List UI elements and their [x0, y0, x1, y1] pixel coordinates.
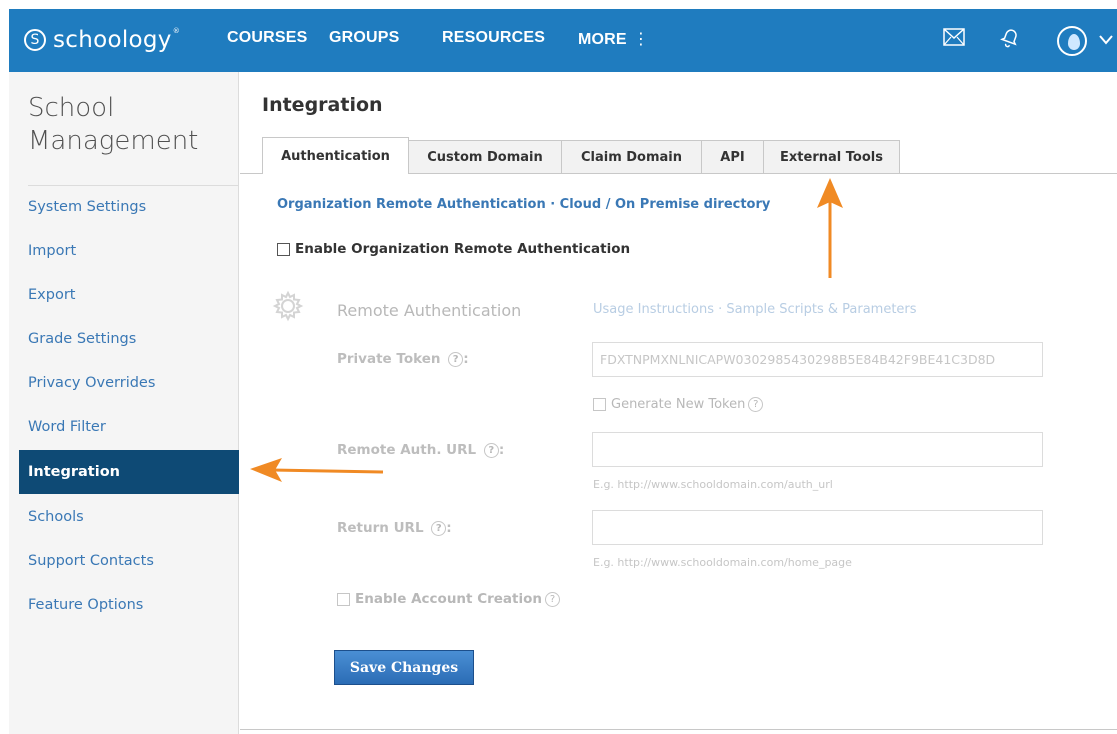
- nav-resources[interactable]: RESOURCES: [442, 29, 545, 47]
- avatar[interactable]: [1057, 26, 1087, 56]
- generate-token-row[interactable]: Generate New Token ?: [593, 397, 764, 412]
- gear-icon: [272, 290, 304, 322]
- tab-custom-domain[interactable]: Custom Domain: [409, 140, 562, 174]
- tab-claim-domain[interactable]: Claim Domain: [562, 140, 702, 174]
- sidebar-item-export[interactable]: Export: [28, 275, 75, 315]
- logo-trademark: ®: [172, 27, 181, 35]
- help-icon[interactable]: ?: [748, 397, 764, 412]
- return-url-label: Return URL ?:: [337, 520, 452, 536]
- more-dots-icon: ⋮: [632, 31, 650, 48]
- sidebar-item-import[interactable]: Import: [28, 231, 76, 271]
- avatar-drop-icon: [1068, 34, 1080, 50]
- chevron-down-icon[interactable]: [1099, 35, 1113, 45]
- return-url-input[interactable]: [592, 510, 1043, 545]
- private-token-field[interactable]: FDXTNPMXNLNICAPW0302985430298B5E84B42F9B…: [592, 342, 1043, 377]
- enable-remote-auth-label: Enable Organization Remote Authenticatio…: [295, 241, 631, 257]
- private-token-label: Private Token ?:: [337, 351, 469, 367]
- sidebar-item-feature-options[interactable]: Feature Options: [28, 585, 143, 625]
- enable-remote-auth-row[interactable]: Enable Organization Remote Authenticatio…: [277, 241, 630, 257]
- top-navigation-bar: S schoology® COURSES GROUPS RESOURCES MO…: [9, 9, 1117, 72]
- return-url-hint: E.g. http://www.schooldomain.com/home_pa…: [593, 556, 852, 569]
- tab-api[interactable]: API: [702, 140, 764, 174]
- remote-auth-title: Remote Authentication: [337, 301, 522, 320]
- remote-auth-url-hint: E.g. http://www.schooldomain.com/auth_ur…: [593, 478, 833, 491]
- enable-remote-auth-checkbox[interactable]: [277, 242, 290, 256]
- sidebar-item-system-settings[interactable]: System Settings: [28, 187, 146, 227]
- sidebar-item-word-filter[interactable]: Word Filter: [28, 407, 106, 447]
- sidebar-item-schools[interactable]: Schools: [28, 497, 84, 537]
- logo-wordmark: schoology: [53, 27, 172, 53]
- sidebar-title: School Management: [28, 93, 199, 156]
- nav-more[interactable]: MORE ⋮: [578, 29, 649, 49]
- logo-s-icon: S: [24, 29, 46, 51]
- sidebar-item-integration[interactable]: Integration: [19, 450, 239, 494]
- help-icon[interactable]: ?: [483, 442, 499, 458]
- schoology-logo[interactable]: S schoology®: [24, 25, 180, 55]
- bell-icon[interactable]: [999, 27, 1021, 49]
- save-changes-button[interactable]: Save Changes: [334, 650, 474, 685]
- account-creation-row[interactable]: Enable Account Creation ?: [337, 591, 560, 607]
- nav-more-label: MORE: [578, 31, 627, 48]
- help-icon[interactable]: ?: [448, 351, 464, 367]
- tab-bar: Authentication Custom Domain Claim Domai…: [262, 137, 900, 174]
- annotation-arrow-up: [817, 178, 843, 278]
- generate-token-checkbox[interactable]: [593, 398, 606, 411]
- remote-auth-links[interactable]: Usage Instructions · Sample Scripts & Pa…: [593, 302, 917, 317]
- sidebar-item-support-contacts[interactable]: Support Contacts: [28, 541, 154, 581]
- help-icon[interactable]: ?: [545, 591, 560, 607]
- mail-icon[interactable]: [943, 28, 965, 46]
- page-title: Integration: [262, 94, 383, 116]
- annotation-arrow-left: [250, 458, 384, 482]
- auth-type-link[interactable]: Organization Remote Authentication · Clo…: [277, 197, 770, 212]
- sidebar-divider: [28, 185, 239, 186]
- account-creation-checkbox[interactable]: [337, 592, 350, 606]
- nav-groups[interactable]: GROUPS: [329, 29, 400, 47]
- sidebar: School Management System Settings Import…: [9, 72, 239, 734]
- generate-token-label: Generate New Token: [611, 397, 746, 412]
- tab-external-tools[interactable]: External Tools: [764, 140, 900, 174]
- nav-courses[interactable]: COURSES: [227, 29, 308, 47]
- remote-auth-url-input[interactable]: [592, 432, 1043, 467]
- sidebar-item-privacy-overrides[interactable]: Privacy Overrides: [28, 363, 155, 403]
- tab-authentication[interactable]: Authentication: [262, 137, 409, 174]
- sidebar-item-grade-settings[interactable]: Grade Settings: [28, 319, 136, 359]
- help-icon[interactable]: ?: [431, 520, 447, 536]
- account-creation-label: Enable Account Creation: [355, 591, 542, 607]
- content-bottom-border: [240, 729, 1117, 730]
